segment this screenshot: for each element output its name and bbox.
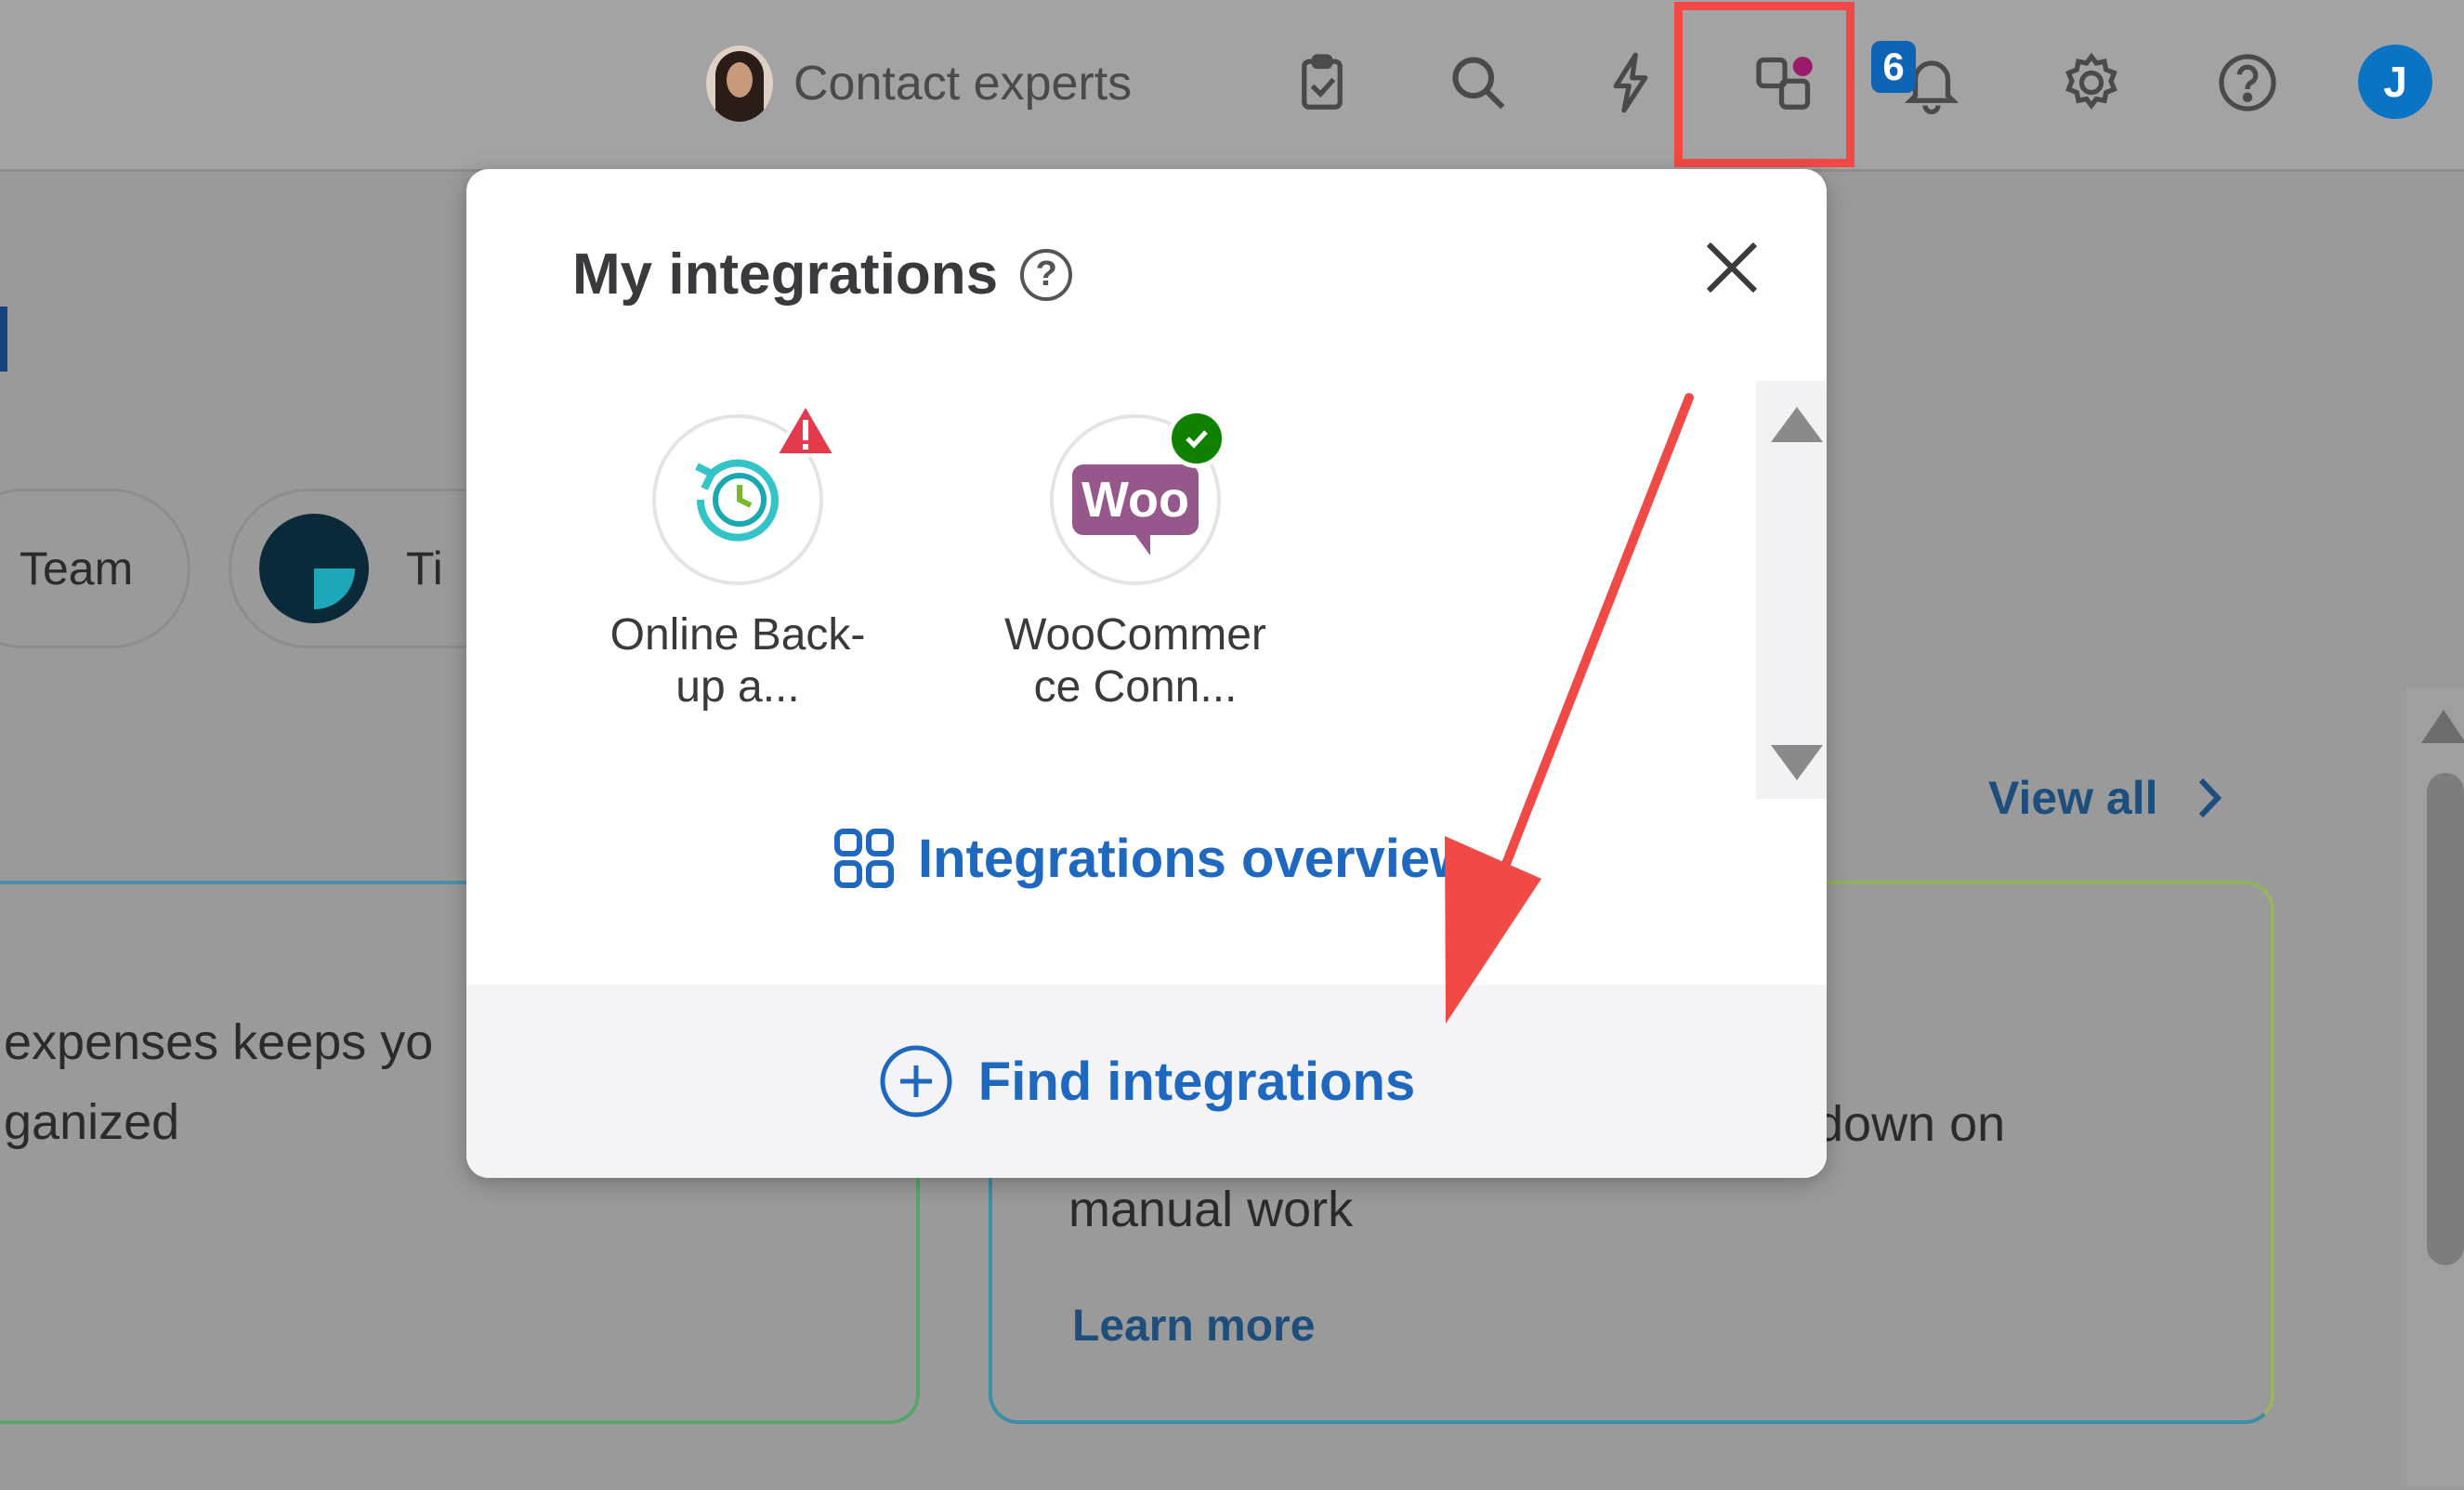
view-all-link[interactable]: View all: [1988, 771, 2223, 825]
my-integrations-popup: My integrations ? Online Back- up a... W…: [466, 169, 1827, 1178]
app-name-line1: Online Back-: [609, 610, 866, 660]
help-icon[interactable]: [2206, 41, 2289, 124]
heading-fragment: [0, 307, 7, 372]
card-text-line2: manual work: [1068, 1182, 1354, 1237]
scroll-down-icon[interactable]: [1771, 745, 1823, 780]
app-name-line2: up a...: [675, 662, 800, 712]
contact-experts-label: Contact experts: [793, 57, 1133, 111]
integrations-overview-link[interactable]: Integrations overview: [832, 827, 1472, 890]
integrations-highlight: [1674, 2, 1855, 167]
integration-tile-woocommerce[interactable]: Woo WooCommer ce Conn...: [982, 409, 1289, 713]
plus-circle-icon[interactable]: [878, 1043, 954, 1119]
contact-experts-button[interactable]: Contact experts: [706, 37, 1132, 130]
time-chip-label: Ti: [406, 542, 443, 595]
backup-app-logo: [652, 402, 837, 585]
popup-title: My integrations ?: [572, 242, 1073, 307]
warning-icon: [774, 402, 837, 457]
learn-more-link[interactable]: Learn more: [1072, 1300, 1315, 1352]
lightning-icon[interactable]: [1589, 41, 1672, 124]
woocommerce-app-logo: Woo: [1050, 409, 1226, 585]
gear-icon[interactable]: [2050, 41, 2133, 124]
close-button[interactable]: [1695, 230, 1769, 305]
top-bar: Contact experts 6 J: [0, 0, 2464, 172]
time-pie-icon: [259, 514, 369, 623]
grid-icon: [834, 829, 894, 888]
check-circle-icon: [1167, 409, 1226, 468]
user-avatar[interactable]: J: [2358, 45, 2432, 119]
integrations-overview-label: Integrations overview: [918, 828, 1473, 889]
card-text-line1: expenses keeps yo: [4, 1014, 434, 1070]
help-circle-icon[interactable]: ?: [1020, 248, 1073, 301]
team-chip[interactable]: Team: [0, 489, 190, 648]
page-scrollbar-thumb[interactable]: [2427, 773, 2464, 1265]
scroll-up-arrow-icon[interactable]: [2421, 710, 2464, 743]
find-integrations-footer: Find integrations: [466, 985, 1827, 1178]
search-icon[interactable]: [1436, 41, 1520, 124]
app-name-line2: ce Conn...: [1033, 662, 1238, 712]
close-icon: [1706, 242, 1758, 294]
notification-badge: 6: [1871, 41, 1916, 93]
scroll-up-icon[interactable]: [1771, 407, 1823, 442]
app-name-line1: WooCommer: [1004, 610, 1266, 660]
team-chip-label: Team: [20, 542, 134, 595]
chevron-right-icon: [2198, 778, 2222, 818]
tasks-icon[interactable]: [1280, 41, 1364, 124]
expert-avatar: [706, 46, 773, 122]
view-all-label: View all: [1988, 772, 2158, 824]
popup-title-text: My integrations: [572, 242, 999, 307]
woo-logo: Woo: [1072, 464, 1199, 555]
popup-scrollbar[interactable]: [1756, 381, 1827, 799]
find-integrations-button[interactable]: Find integrations: [978, 1051, 1415, 1113]
backup-clock-icon: [695, 459, 779, 542]
card-text-line1: down on: [1815, 1096, 2006, 1152]
card-text-line2: ganized: [4, 1094, 180, 1150]
integration-tile-backup[interactable]: Online Back- up a...: [584, 402, 891, 713]
